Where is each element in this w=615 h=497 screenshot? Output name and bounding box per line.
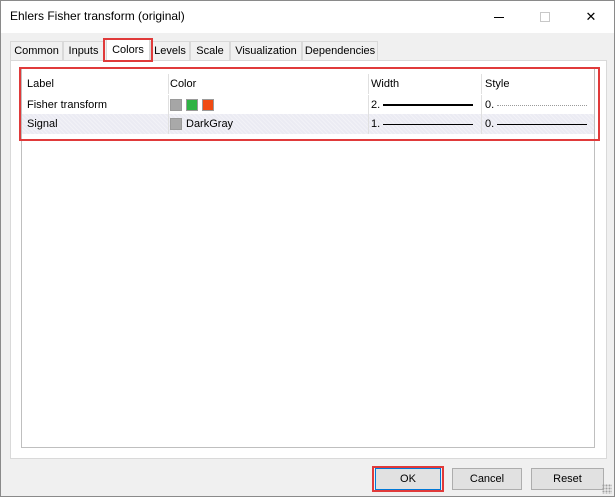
style-cell[interactable]: 0.: [485, 114, 593, 134]
footer-divider: [1, 459, 614, 460]
style-value: 0.: [485, 118, 495, 130]
color-swatch-green[interactable]: [186, 99, 198, 111]
color-cell[interactable]: DarkGray: [170, 114, 370, 134]
maximize-button[interactable]: [522, 1, 568, 33]
colors-panel: Label Color Width Style Fisher transform: [10, 60, 607, 459]
column-divider: [368, 114, 369, 134]
column-header-color[interactable]: Color: [170, 74, 370, 94]
tab-label: Visualization: [235, 45, 297, 57]
ok-button[interactable]: OK: [372, 466, 444, 492]
column-divider[interactable]: [481, 74, 482, 94]
column-divider[interactable]: [168, 74, 169, 94]
minimize-button[interactable]: [476, 1, 522, 33]
width-line-preview: [383, 124, 473, 125]
maximize-icon: [540, 12, 550, 22]
tab-visualization[interactable]: Visualization: [230, 41, 302, 61]
tab-label: Dependencies: [304, 45, 376, 57]
tab-label: Colors: [112, 44, 144, 56]
column-header-style[interactable]: Style: [485, 74, 593, 94]
title-bar[interactable]: Ehlers Fisher transform (original) ✕: [1, 1, 614, 33]
column-divider[interactable]: [368, 74, 369, 94]
color-swatch-orange[interactable]: [202, 99, 214, 111]
style-value: 0.: [485, 99, 495, 111]
width-line-preview: [383, 104, 473, 106]
column-divider: [168, 95, 169, 115]
row-label: Signal: [27, 118, 58, 130]
tab-dependencies[interactable]: Dependencies: [302, 41, 378, 61]
column-divider: [368, 95, 369, 115]
table-row[interactable]: Fisher transform 2. 0.: [22, 95, 594, 115]
reset-button[interactable]: Reset: [531, 468, 604, 490]
resize-grip-icon[interactable]: [602, 484, 612, 494]
tab-inputs[interactable]: Inputs: [63, 41, 104, 61]
tab-common[interactable]: Common: [10, 41, 63, 61]
style-cell[interactable]: 0.: [485, 95, 593, 115]
style-line-preview: [497, 105, 587, 106]
tab-colors[interactable]: Colors: [103, 38, 153, 62]
color-cell[interactable]: [170, 95, 370, 115]
column-divider: [481, 114, 482, 134]
column-header-label[interactable]: Label: [27, 74, 172, 94]
tab-label: Common: [14, 45, 59, 57]
column-divider: [168, 114, 169, 134]
window-title: Ehlers Fisher transform (original): [10, 9, 185, 23]
color-name: DarkGray: [186, 118, 234, 130]
color-swatch-gray[interactable]: [170, 99, 182, 111]
table-row[interactable]: Signal DarkGray 1. 0.: [22, 114, 594, 134]
tab-label: Levels: [154, 45, 186, 57]
width-cell[interactable]: 2.: [371, 95, 481, 115]
tab-scale[interactable]: Scale: [190, 41, 230, 61]
grid-header: Label Color Width Style: [22, 74, 594, 94]
column-header-width[interactable]: Width: [371, 74, 481, 94]
width-value: 2.: [371, 99, 381, 111]
cancel-button[interactable]: Cancel: [452, 468, 522, 490]
row-label: Fisher transform: [27, 99, 108, 111]
close-icon: ✕: [585, 9, 597, 24]
tab-label: Scale: [196, 45, 224, 57]
width-cell[interactable]: 1.: [371, 114, 481, 134]
column-divider: [481, 95, 482, 115]
tab-levels[interactable]: Levels: [150, 41, 190, 61]
tab-label: Inputs: [68, 45, 99, 57]
dialog-window: Ehlers Fisher transform (original) ✕ Com…: [0, 0, 615, 497]
close-button[interactable]: ✕: [568, 1, 614, 33]
color-swatch-darkgray[interactable]: [170, 118, 182, 130]
colors-grid: Label Color Width Style Fisher transform: [21, 68, 595, 448]
style-line-preview: [497, 124, 587, 125]
minimize-icon: [494, 16, 504, 18]
width-value: 1.: [371, 118, 381, 130]
